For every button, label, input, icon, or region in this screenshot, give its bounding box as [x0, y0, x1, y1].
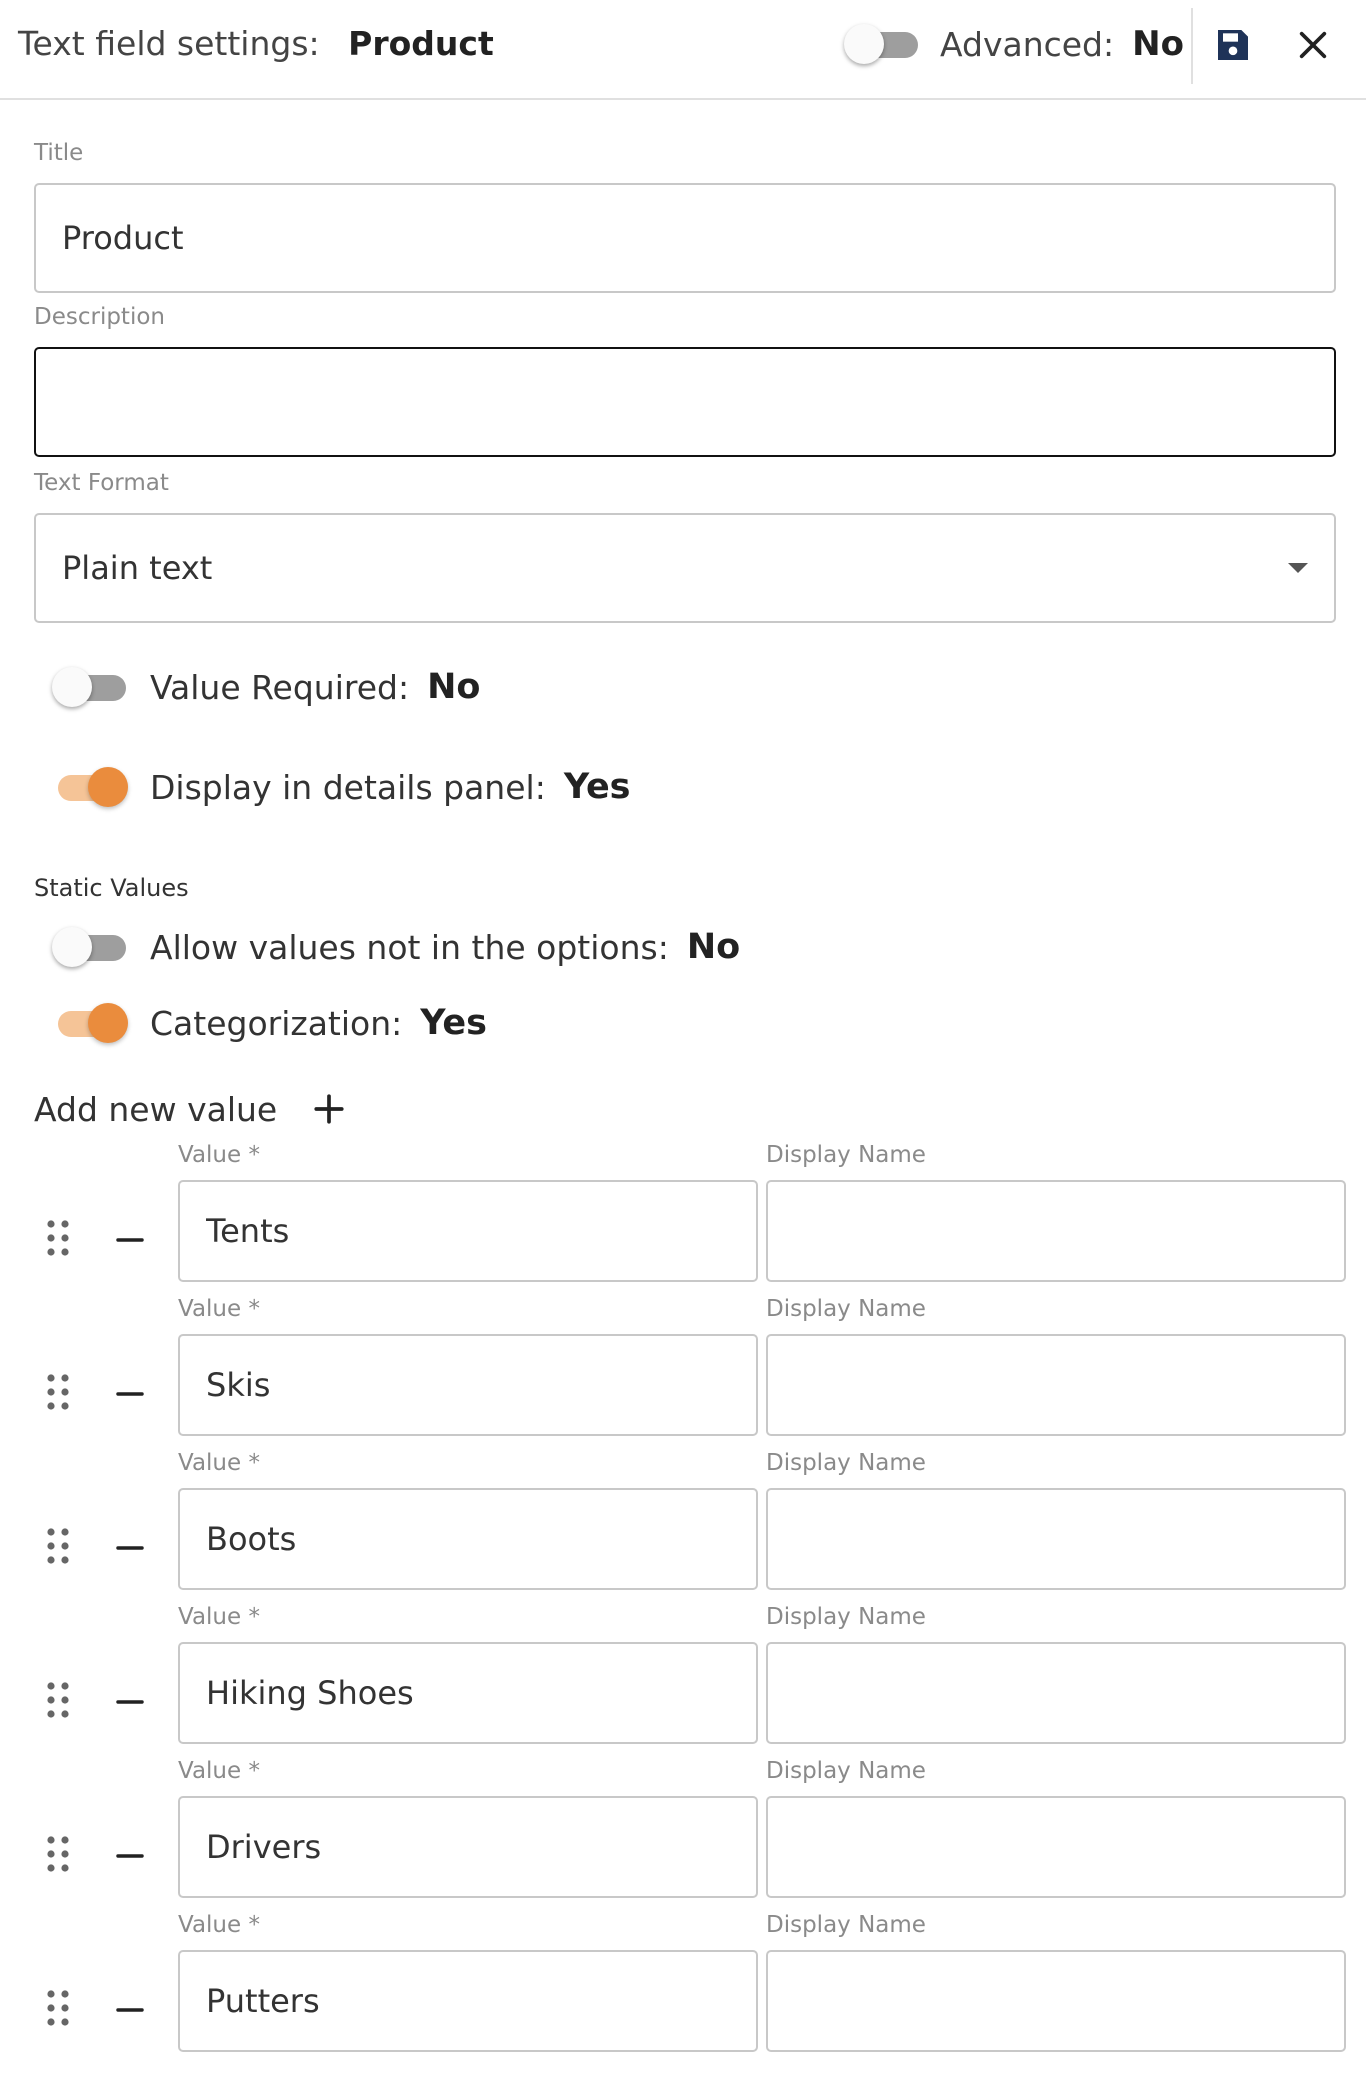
minus-icon	[116, 1238, 144, 1242]
title-label: Title	[34, 140, 84, 166]
value-input[interactable]	[178, 1488, 758, 1590]
value-input[interactable]	[178, 1334, 758, 1436]
static-values-title: Static Values	[34, 874, 189, 902]
value-row: Value * Display Name	[0, 1912, 1366, 2066]
categorization-toggle[interactable]	[50, 998, 128, 1048]
header-field-name: Product	[348, 24, 494, 63]
drag-handle-icon[interactable]	[44, 1372, 72, 1412]
toggle-knob	[52, 927, 92, 967]
chevron-down-icon	[1288, 563, 1308, 573]
description-input[interactable]	[34, 347, 1336, 457]
close-button[interactable]	[1285, 17, 1341, 73]
drag-handle-icon[interactable]	[44, 1988, 72, 2028]
remove-value-button[interactable]	[112, 1838, 148, 1874]
value-label: Value *	[178, 1142, 260, 1168]
advanced-toggle[interactable]	[842, 19, 918, 69]
display-name-label: Display Name	[766, 1604, 926, 1630]
value-input[interactable]	[178, 1180, 758, 1282]
display-name-input[interactable]	[766, 1796, 1346, 1898]
display-name-label: Display Name	[766, 1296, 926, 1322]
add-new-value-label: Add new value	[34, 1089, 278, 1129]
allow-values-label: Allow values not in the options:	[150, 927, 669, 967]
minus-icon	[116, 1546, 144, 1550]
value-label: Value *	[178, 1604, 260, 1630]
value-row: Value * Display Name	[0, 1296, 1366, 1450]
value-label: Value *	[178, 1450, 260, 1476]
toggle-knob	[844, 24, 884, 64]
value-label: Value *	[178, 1296, 260, 1322]
allow-values-row: Allow values not in the options: No	[50, 922, 740, 972]
close-icon	[1299, 31, 1327, 59]
value-row: Value * Display Name	[0, 1604, 1366, 1758]
display-name-input[interactable]	[766, 1334, 1346, 1436]
toggle-knob	[52, 667, 92, 707]
text-format-label: Text Format	[34, 470, 169, 496]
text-format-value: Plain text	[62, 549, 213, 587]
display-name-input[interactable]	[766, 1642, 1346, 1744]
title-input[interactable]	[34, 183, 1336, 293]
drag-handle-icon[interactable]	[44, 1526, 72, 1566]
minus-icon	[116, 1854, 144, 1858]
value-input[interactable]	[178, 1796, 758, 1898]
value-label: Value *	[178, 1758, 260, 1784]
categorization-row: Categorization: Yes	[50, 998, 487, 1048]
value-input[interactable]	[178, 1950, 758, 2052]
value-row: Value * Display Name	[0, 1450, 1366, 1604]
remove-value-button[interactable]	[112, 1992, 148, 2028]
add-value-button[interactable]	[309, 1089, 349, 1129]
drag-handle-icon[interactable]	[44, 1680, 72, 1720]
display-name-input[interactable]	[766, 1488, 1346, 1590]
advanced-value: No	[1132, 24, 1184, 64]
allow-values-toggle[interactable]	[50, 922, 126, 972]
remove-value-button[interactable]	[112, 1530, 148, 1566]
value-row: Value * Display Name	[0, 1142, 1366, 1296]
display-in-details-label: Display in details panel:	[150, 767, 546, 807]
drag-handle-icon[interactable]	[44, 1834, 72, 1874]
minus-icon	[116, 1392, 144, 1396]
value-required-toggle[interactable]	[50, 662, 126, 712]
value-input[interactable]	[178, 1642, 758, 1744]
display-name-input[interactable]	[766, 1950, 1346, 2052]
remove-value-button[interactable]	[112, 1222, 148, 1258]
header-title-prefix: Text field settings:	[18, 24, 320, 63]
header-divider	[1191, 8, 1193, 84]
display-in-details-value: Yes	[563, 767, 631, 807]
categorization-label: Categorization:	[150, 1003, 403, 1043]
value-row: Value * Display Name	[0, 1758, 1366, 1912]
plus-icon	[314, 1094, 344, 1124]
advanced-toggle-group: Advanced: No	[842, 20, 1184, 68]
allow-values-value: No	[686, 927, 741, 967]
text-format-select[interactable]: Plain text	[34, 513, 1336, 623]
value-label: Value *	[178, 1912, 260, 1938]
advanced-label: Advanced:	[940, 24, 1115, 64]
remove-value-button[interactable]	[112, 1684, 148, 1720]
value-required-row: Value Required: No	[50, 662, 480, 712]
display-name-label: Display Name	[766, 1450, 926, 1476]
description-label: Description	[34, 304, 165, 330]
display-name-label: Display Name	[766, 1912, 926, 1938]
minus-icon	[116, 2008, 144, 2012]
display-in-details-toggle[interactable]	[50, 762, 128, 812]
value-required-value: No	[427, 667, 481, 707]
remove-value-button[interactable]	[112, 1376, 148, 1412]
save-button[interactable]	[1205, 17, 1261, 73]
toggle-knob	[88, 767, 128, 807]
save-icon	[1218, 30, 1248, 60]
minus-icon	[116, 1700, 144, 1704]
categorization-value: Yes	[420, 1003, 487, 1043]
drag-handle-icon[interactable]	[44, 1218, 72, 1258]
header-title: Text field settings: Product	[18, 24, 494, 63]
value-required-label: Value Required:	[150, 667, 410, 707]
display-name-label: Display Name	[766, 1758, 926, 1784]
toggle-knob	[88, 1003, 128, 1043]
display-name-label: Display Name	[766, 1142, 926, 1168]
display-name-input[interactable]	[766, 1180, 1346, 1282]
add-new-value-row: Add new value	[34, 1084, 349, 1134]
display-in-details-row: Display in details panel: Yes	[50, 762, 631, 812]
settings-header: Text field settings: Product Advanced: N…	[0, 0, 1366, 100]
